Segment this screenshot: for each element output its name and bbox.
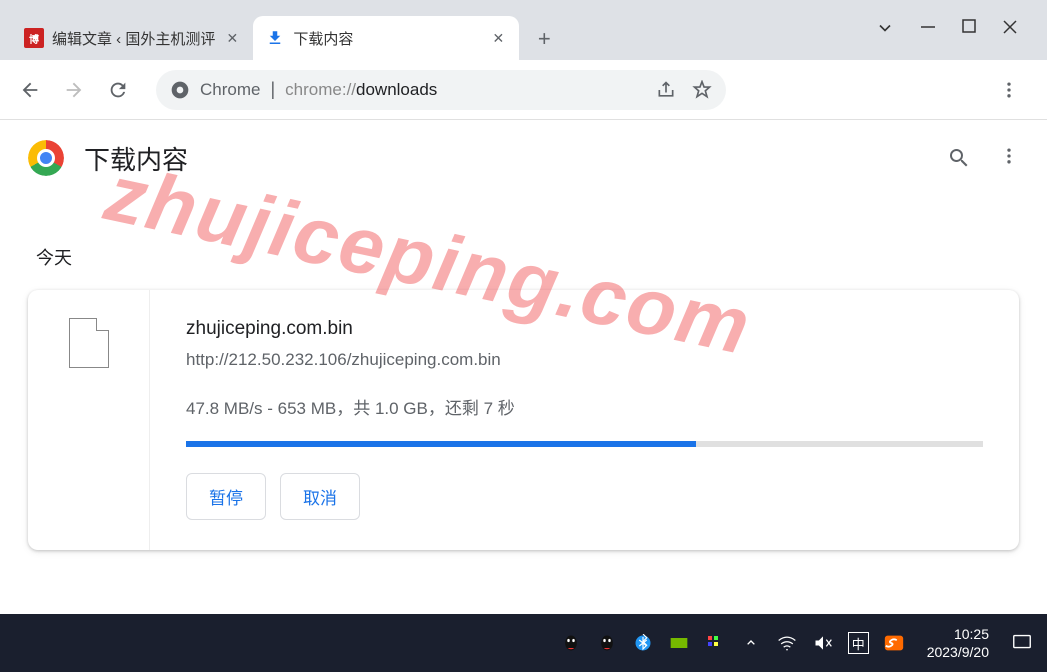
tab-title: 下载内容 [293, 28, 353, 49]
sogou-ime-icon[interactable] [883, 632, 905, 654]
browser-toolbar: Chrome | chrome://downloads [0, 60, 1047, 120]
window-controls [847, 0, 1047, 56]
progress-fill [186, 441, 696, 447]
more-options-icon[interactable] [999, 146, 1019, 170]
downloads-content: zhujiceping.com 今天 zhujiceping.com.bin h… [0, 244, 1047, 550]
download-status: 47.8 MB/s - 653 MB，共 1.0 GB，还剩 7 秒 [186, 394, 983, 419]
file-icon [69, 318, 109, 368]
progress-bar [186, 441, 983, 447]
maximize-icon[interactable] [961, 18, 977, 38]
search-icon[interactable] [947, 146, 971, 170]
browser-titlebar: 博 编辑文章 ‹ 国外主机测评 ✕ 下载内容 ✕ + [0, 0, 1047, 60]
window-close-icon[interactable] [1001, 18, 1019, 38]
nvidia-icon[interactable] [668, 632, 690, 654]
windows-taskbar: 中 10:25 2023/9/20 [0, 614, 1047, 672]
tray-qq-icon[interactable] [560, 632, 582, 654]
cancel-button[interactable]: 取消 [280, 473, 360, 520]
system-clock[interactable]: 10:25 2023/9/20 [927, 625, 989, 661]
download-item: zhujiceping.com.bin http://212.50.232.10… [28, 290, 1019, 550]
chrome-icon [170, 80, 190, 100]
pause-button[interactable]: 暂停 [186, 473, 266, 520]
download-filename[interactable]: zhujiceping.com.bin [186, 318, 983, 340]
chrome-logo-icon [28, 140, 64, 176]
chevron-down-icon[interactable] [875, 18, 895, 38]
close-icon[interactable]: ✕ [489, 29, 507, 47]
back-button[interactable] [12, 72, 48, 108]
bookmark-icon[interactable] [692, 80, 712, 100]
tab-title: 编辑文章 ‹ 国外主机测评 [52, 28, 215, 49]
menu-button[interactable] [991, 72, 1027, 108]
clock-time: 10:25 [954, 625, 989, 643]
tray-chevron-icon[interactable] [740, 632, 762, 654]
address-bar[interactable]: Chrome | chrome://downloads [156, 70, 726, 110]
reload-button[interactable] [100, 72, 136, 108]
favicon-blog: 博 [24, 28, 44, 48]
omnibox-product-label: Chrome [200, 80, 260, 100]
wifi-icon[interactable] [776, 632, 798, 654]
new-tab-button[interactable]: + [527, 22, 561, 56]
bluetooth-icon[interactable] [632, 632, 654, 654]
tray-qq-icon-2[interactable] [596, 632, 618, 654]
ime-indicator[interactable]: 中 [848, 632, 869, 654]
file-thumbnail [28, 290, 150, 550]
notifications-icon[interactable] [1011, 631, 1035, 655]
forward-button[interactable] [56, 72, 92, 108]
downloads-header: 下载内容 [0, 120, 1047, 196]
tab-inactive-1[interactable]: 博 编辑文章 ‹ 国外主机测评 ✕ [12, 16, 253, 60]
volume-icon[interactable] [812, 632, 834, 654]
tray-app-icon[interactable] [704, 632, 726, 654]
divider: | [270, 79, 275, 100]
clock-date: 2023/9/20 [927, 643, 989, 661]
minimize-icon[interactable] [919, 18, 937, 38]
tab-active[interactable]: 下载内容 ✕ [253, 16, 519, 60]
omnibox-url: chrome://downloads [285, 80, 437, 100]
date-section-label: 今天 [36, 244, 1019, 270]
download-icon [265, 28, 285, 48]
page-title: 下载内容 [84, 140, 188, 177]
close-icon[interactable]: ✕ [223, 29, 241, 47]
share-icon[interactable] [656, 80, 676, 100]
download-source-url[interactable]: http://212.50.232.106/zhujiceping.com.bi… [186, 350, 983, 370]
